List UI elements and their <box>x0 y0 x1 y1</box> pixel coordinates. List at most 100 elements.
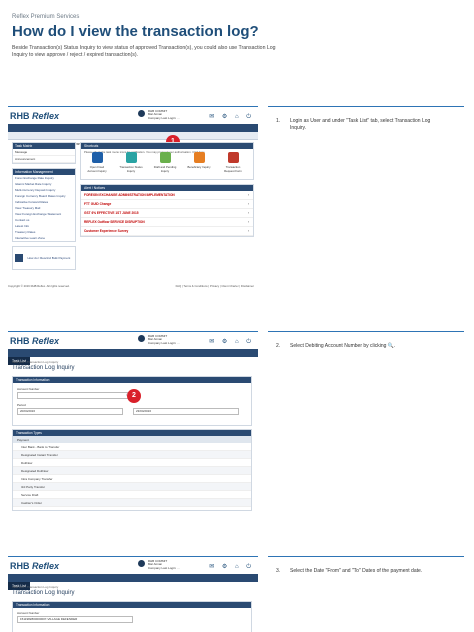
chevron-right-icon: › <box>247 211 249 215</box>
info-management-box: Information Management Forex Exchange Ra… <box>12 168 76 242</box>
screen-title: Transaction Log Inquiry <box>12 365 75 371</box>
payment-heading: Payment <box>13 436 251 443</box>
subtab-bar: Transaction Authorisation Inquiry Transa… <box>8 132 258 146</box>
shortcut-item[interactable]: Transaction Request Form <box>221 152 245 173</box>
transaction-info-heading: Transaction Information <box>13 377 251 383</box>
from-date-field[interactable]: 20/04/2016 <box>17 408 123 415</box>
help-icon <box>15 253 23 262</box>
section-divider <box>268 331 464 332</box>
user-info: RHB COMMIT Mar Aiman Company Last Login: .… <box>138 334 180 345</box>
transaction-types-panel: Transaction Types Payment Inter Bank - B… <box>12 429 252 511</box>
step-text: Login as User and under "Task List" tab,… <box>290 118 431 131</box>
app-logo: RHB Reflex <box>10 336 60 346</box>
app-header: RHB Reflex RHB COMMIT Mar Aiman Company … <box>8 108 258 125</box>
chevron-right-icon: › <box>247 202 249 206</box>
alert-row[interactable]: FTT GUID Change › <box>81 200 253 209</box>
nav-liquidity[interactable]: Liquidity Management <box>141 582 184 588</box>
section-divider <box>268 106 464 107</box>
transaction-type-row[interactable]: Designated DuitNow <box>13 467 251 475</box>
app-header: RHB Reflex RHB COMMIT Mar Aiman Company La… <box>8 333 258 350</box>
brand-label: Reflex Premium Services <box>12 14 80 20</box>
screenshot-2: RHB Reflex RHB COMMIT Mar Aiman Company La… <box>8 333 258 511</box>
shortcuts-panel: Shortcuts Please check the task menu ico… <box>80 142 254 180</box>
step-text: Select the Date "From" and "To" Dates of… <box>290 568 423 574</box>
transaction-type-row[interactable]: DuitNow <box>13 459 251 467</box>
section-divider <box>8 331 258 332</box>
screen-title: Transaction Log Inquiry <box>12 590 75 596</box>
transaction-type-row[interactable]: 3rd Party Transfer <box>13 483 251 491</box>
step-text: Select Debiting Account Number by clicki… <box>290 343 396 349</box>
shortcut-item[interactable]: Open Fixed Account Inquiry <box>85 152 109 173</box>
avatar <box>138 335 145 342</box>
step-number: 1. <box>276 118 281 124</box>
nav-payment[interactable]: Payment <box>95 582 117 588</box>
step-marker: 2 <box>127 389 141 403</box>
step-number: 2. <box>276 343 281 349</box>
transaction-type-row[interactable]: Inter Bank - Bank to Transfer <box>13 443 251 451</box>
app-logo: RHB Reflex <box>10 111 60 121</box>
breadcrumb: Task List > Transaction Log Inquiry <box>12 585 59 589</box>
chevron-right-icon: › <box>247 229 249 233</box>
nav-liquidity[interactable]: Liquidity Management <box>141 357 184 363</box>
transaction-type-row[interactable]: Service Draft <box>13 491 251 499</box>
main-content: Shortcuts Please check the task menu ico… <box>80 142 254 237</box>
shortcut-item[interactable]: Draft and Pending Inquiry <box>153 152 177 173</box>
bulk-payment-link[interactable]: How do I Rescind Bulk Payment <box>27 256 70 260</box>
page-title: How do I view the transaction log? <box>12 23 259 40</box>
app-footer: Copyright © 2016 RHB Reflex. All rights … <box>8 284 258 288</box>
beneficiary-icon <box>193 152 205 163</box>
alert-row[interactable]: FOREIGN EXCHANGE ADMINISTRATION IMPLEMEN… <box>81 191 253 200</box>
screenshot-3: RHB Reflex RHB COMMIT Mar Aiman Company La… <box>8 558 258 632</box>
shortcut-item[interactable]: Beneficiary Inquiry <box>187 152 211 169</box>
alert-row[interactable]: REFLEX Outflow SERVICE DISRUPTION › <box>81 218 253 227</box>
task-row[interactable]: Announcement <box>13 156 75 163</box>
breadcrumb: Task List > Transaction Log Inquiry <box>12 360 59 364</box>
step-number: 3. <box>276 568 281 574</box>
avatar <box>138 560 145 567</box>
account-number-field[interactable]: 1511982800000007-VILLAGE DEFENDER <box>17 616 133 623</box>
to-date-field[interactable]: 23/04/2016 <box>133 408 239 415</box>
status-icon <box>125 152 137 163</box>
user-info: RHB COMMIT Mar Aiman Company Last Login: .… <box>138 559 180 570</box>
bulk-payment-box[interactable]: How do I Rescind Bulk Payment <box>12 246 76 270</box>
transaction-info-heading: Transaction Information <box>13 602 251 608</box>
main-nav: Task ListServicesAccount ManagementPayme… <box>8 349 258 365</box>
transaction-type-row[interactable]: Intra Company Transfer <box>13 475 251 483</box>
footer-links[interactable]: FAQ | Terms & Conditions | Privacy | Cli… <box>176 284 254 288</box>
alerts-panel: Alert / Notices FOREIGN EXCHANGE ADMINIS… <box>80 184 254 237</box>
header-icons[interactable]: ✉ ⚙ ⌂ ⏻ <box>209 113 254 121</box>
alert-row[interactable]: Customer Experience Survey › <box>81 227 253 236</box>
screenshot-1: RHB Reflex RHB COMMIT Mar Aiman Company … <box>8 108 258 288</box>
transaction-type-row[interactable]: Cashier's Order <box>13 499 251 507</box>
nav-collection[interactable]: Collection <box>117 357 141 363</box>
nav-payment[interactable]: Payment <box>95 357 117 363</box>
draft-icon <box>159 152 171 163</box>
nav-reports[interactable]: Reports <box>201 357 222 363</box>
transaction-type-row[interactable]: Designated Instant Transfer <box>13 451 251 459</box>
user-info: RHB COMMIT Mar Aiman Company Last Login:… <box>138 109 180 120</box>
chevron-right-icon: › <box>247 220 249 224</box>
nav-collection[interactable]: Collection <box>117 582 141 588</box>
main-nav: Task ListServicesAccount ManagementPayme… <box>8 574 258 590</box>
header-icons[interactable]: ✉ ⚙ ⌂ ⏻ <box>209 563 254 571</box>
nav-reports[interactable]: Reports <box>201 582 222 588</box>
app-logo: RHB Reflex <box>10 561 60 571</box>
account-icon <box>91 152 103 163</box>
copyright-text: Copyright © 2016 RHB Reflex. All rights … <box>8 284 70 288</box>
request-form-icon <box>227 152 239 163</box>
shortcut-item[interactable]: Transaction Status Inquiry <box>119 152 143 173</box>
task-row[interactable]: Message <box>13 149 75 156</box>
alert-row[interactable]: GST 6% EFFECTIVE 1ST JUNE 2015 › <box>81 209 253 218</box>
nav-trade[interactable]: Trade <box>184 582 201 588</box>
account-number-field[interactable]: 🔍 <box>17 392 133 399</box>
app-header: RHB Reflex RHB COMMIT Mar Aiman Company La… <box>8 558 258 575</box>
nav-trade[interactable]: Trade <box>184 357 201 363</box>
task-matrix-box: Task Matrix Message Announcement <box>12 142 76 164</box>
transaction-info-panel: Transaction Information Account Number 1… <box>12 601 252 632</box>
header-icons[interactable]: ✉ ⚙ ⌂ ⏻ <box>209 338 254 346</box>
main-nav: Task ListServicesAccount ManagementPayme… <box>8 124 258 140</box>
info-link[interactable]: Interactive Learn Zone <box>13 235 75 241</box>
avatar <box>138 110 145 117</box>
section-divider <box>8 556 258 557</box>
page-description: Beside Transaction(s) Status Inquiry to … <box>12 45 276 58</box>
